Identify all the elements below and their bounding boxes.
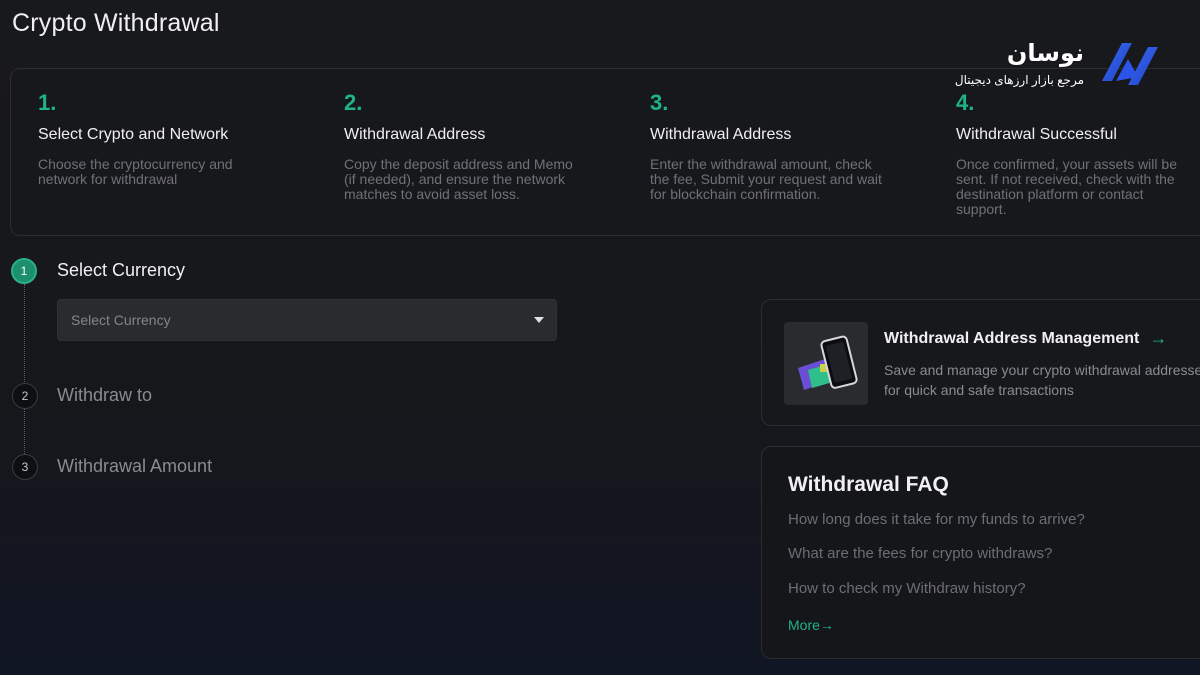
step-1: 1. Select Crypto and Network Choose the … bbox=[38, 91, 308, 187]
currency-select-placeholder: Select Currency bbox=[71, 312, 171, 328]
step-number: 1. bbox=[38, 90, 57, 115]
wallet-phone-illustration bbox=[784, 322, 868, 405]
faq-card: Withdrawal FAQ How long does it take for… bbox=[761, 446, 1200, 659]
faq-more-link[interactable]: More→ bbox=[788, 617, 834, 633]
step-2: 2. Withdrawal Address Copy the deposit a… bbox=[344, 91, 614, 202]
caret-down-icon bbox=[534, 317, 544, 323]
faq-title: Withdrawal FAQ bbox=[788, 473, 949, 496]
brand-logo-icon bbox=[1102, 43, 1158, 85]
arrow-right-icon: → bbox=[1149, 328, 1168, 348]
stepper-line bbox=[24, 284, 25, 454]
page-title: Crypto Withdrawal bbox=[12, 9, 220, 37]
faq-question[interactable]: What are the fees for crypto withdraws? bbox=[788, 545, 1052, 562]
step-title: Withdrawal Successful bbox=[956, 126, 1117, 143]
step-description: Copy the deposit address and Memo (if ne… bbox=[344, 156, 573, 202]
crypto-withdrawal-page: Crypto Withdrawal 1. Select Crypto and N… bbox=[0, 0, 1200, 675]
step-title: Select Crypto and Network bbox=[38, 126, 229, 143]
address-management-title[interactable]: Withdrawal Address Management → bbox=[884, 328, 1167, 349]
step-3: 3. Withdrawal Address Enter the withdraw… bbox=[650, 91, 920, 202]
brand-subtitle: مرجع بازار ارزهای دیجیتال bbox=[954, 73, 1084, 87]
step-number: 4. bbox=[956, 90, 975, 115]
step-number: 3. bbox=[650, 90, 669, 115]
step-title: Withdrawal Address bbox=[344, 126, 486, 143]
faq-question[interactable]: How long does it take for my funds to ar… bbox=[788, 511, 1085, 528]
step-description: Enter the withdrawal amount, check the f… bbox=[650, 156, 882, 202]
step-description: Choose the cryptocurrency and network fo… bbox=[38, 156, 233, 187]
stepper-label-withdrawal-amount: Withdrawal Amount bbox=[57, 456, 213, 476]
faq-question[interactable]: How to check my Withdraw history? bbox=[788, 580, 1026, 597]
step-number: 2. bbox=[344, 90, 363, 115]
stepper-label-select-currency: Select Currency bbox=[57, 260, 186, 280]
stepper-label-withdraw-to: Withdraw to bbox=[57, 385, 153, 405]
brand-name: نوسان bbox=[1006, 40, 1084, 67]
stepper-circle-1: 1 bbox=[11, 258, 37, 284]
step-title: Withdrawal Address bbox=[650, 126, 792, 143]
step-description: Once confirmed, your assets will be sent… bbox=[956, 156, 1177, 217]
step-4: 4. Withdrawal Successful Once confirmed,… bbox=[956, 91, 1200, 217]
address-management-card[interactable]: Withdrawal Address Management → Save and… bbox=[761, 299, 1200, 426]
currency-select[interactable]: Select Currency bbox=[57, 299, 557, 341]
brand-watermark: نوسان مرجع بازار ارزهای دیجیتال bbox=[920, 34, 1160, 94]
stepper-circle-2: 2 bbox=[12, 383, 38, 409]
arrow-right-icon: → bbox=[819, 617, 834, 633]
stepper-circle-3: 3 bbox=[12, 454, 38, 480]
address-management-description: Save and manage your crypto withdrawal a… bbox=[884, 362, 1200, 398]
